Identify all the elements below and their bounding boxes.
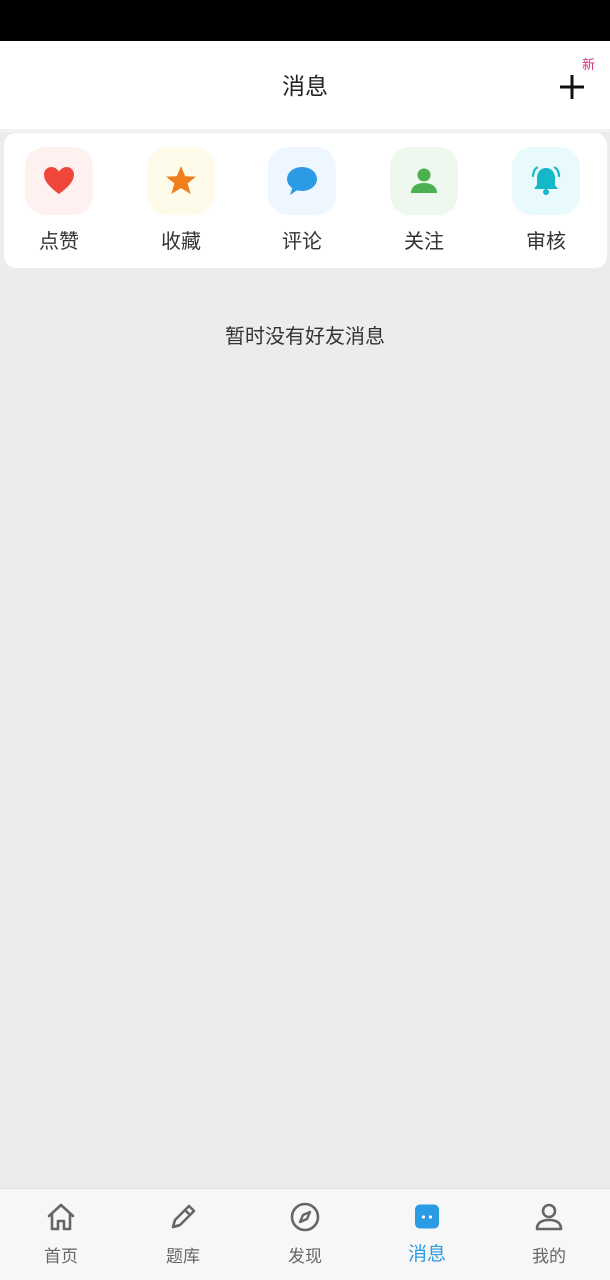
tab-discover[interactable]: 发现 — [244, 1189, 366, 1280]
tab-label: 我的 — [532, 1247, 566, 1267]
person-icon — [411, 168, 437, 193]
shortcut-likes[interactable]: 点赞 — [4, 133, 114, 268]
tab-label: 发现 — [288, 1247, 322, 1267]
tab-home[interactable]: 首页 — [0, 1189, 122, 1280]
tab-label: 消息 — [407, 1243, 446, 1265]
plus-icon — [560, 75, 584, 99]
pencil-icon — [171, 1204, 196, 1229]
header-divider — [0, 129, 610, 132]
message-category-bar: 点赞 收藏 评论 关注 审核 — [4, 133, 607, 268]
shortcut-label: 关注 — [404, 229, 444, 253]
chat-icon — [415, 1204, 439, 1229]
shortcut-label: 收藏 — [161, 229, 201, 253]
shortcut-label: 审核 — [526, 229, 566, 253]
speech-bubble-icon — [287, 167, 317, 195]
tab-profile[interactable]: 我的 — [488, 1189, 610, 1280]
bottom-tab-bar: 首页 题库 发现 消息 我的 — [0, 1188, 610, 1280]
home-icon — [47, 1203, 75, 1231]
top-header: 消息 新 — [0, 41, 610, 129]
likes-icon-wrap — [25, 147, 93, 215]
shortcut-review[interactable]: 审核 — [491, 133, 601, 268]
new-badge: 新 — [582, 58, 596, 73]
tab-question-bank[interactable]: 题库 — [122, 1189, 244, 1280]
page-title: 消息 — [282, 74, 328, 100]
shortcut-follows[interactable]: 关注 — [369, 133, 479, 268]
tab-messages[interactable]: 消息 — [366, 1189, 488, 1280]
comments-icon-wrap — [268, 147, 336, 215]
bell-icon — [531, 166, 561, 195]
shortcut-comments[interactable]: 评论 — [247, 133, 357, 268]
star-icon — [166, 166, 196, 194]
heart-icon — [44, 167, 74, 194]
shortcut-favorites[interactable]: 收藏 — [126, 133, 236, 268]
favorites-icon-wrap — [147, 147, 215, 215]
review-icon-wrap — [512, 147, 580, 215]
status-bar — [0, 0, 610, 41]
shortcut-label: 点赞 — [39, 229, 79, 253]
tab-label: 首页 — [44, 1247, 78, 1267]
empty-state-message: 暂时没有好友消息 — [225, 324, 385, 348]
shortcut-label: 评论 — [282, 229, 322, 253]
follows-icon-wrap — [390, 147, 458, 215]
tab-label: 题库 — [166, 1247, 200, 1267]
user-icon — [535, 1203, 563, 1231]
compass-icon — [290, 1202, 320, 1232]
